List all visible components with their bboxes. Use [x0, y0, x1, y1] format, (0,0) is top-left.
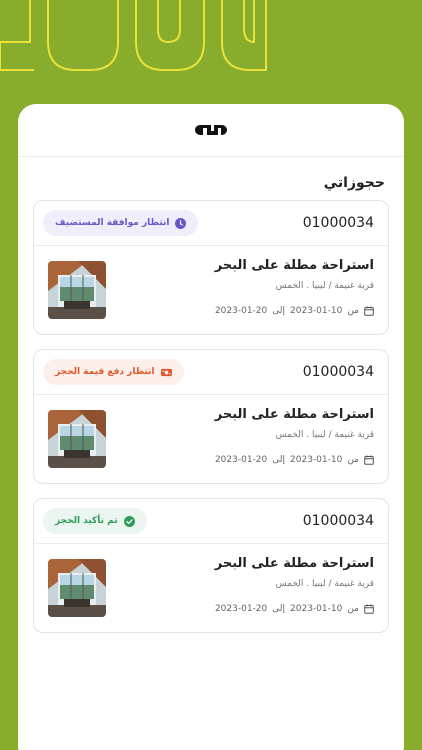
date-to-label: إلى — [272, 604, 286, 614]
date-to-label: إلى — [272, 306, 286, 316]
booking-card[interactable]: انتظار دفع قيمة الحجز 01000034 استراحة م… — [33, 349, 389, 484]
calendar-icon — [364, 604, 374, 614]
status-label: تم تأكيد الحجز — [55, 516, 118, 526]
booking-code: 01000034 — [302, 364, 374, 380]
booking-code: 01000034 — [302, 513, 374, 529]
booking-dates: من 2023-01-10 إلى 2023-01-20 — [215, 604, 374, 614]
booking-card-body: استراحة مطلة على البحر قرية غنيمة / ليبي… — [34, 395, 388, 483]
check-circle-icon — [123, 515, 135, 527]
date-from-label: من — [347, 306, 359, 316]
booking-dates: من 2023-01-10 إلى 2023-01-20 — [215, 306, 374, 316]
status-label: انتظار دفع قيمة الحجز — [55, 367, 155, 377]
booking-card[interactable]: تم تأكيد الحجز 01000034 استراحة مطلة على… — [33, 498, 389, 633]
booking-card[interactable]: انتظار موافقة المستضيف 01000034 استراحة … — [33, 200, 389, 335]
booking-info: استراحة مطلة على البحر قرية غنيمة / ليبي… — [215, 556, 374, 614]
date-from-label: من — [347, 604, 359, 614]
booking-card-header: انتظار موافقة المستضيف 01000034 — [34, 201, 388, 246]
booking-info: استراحة مطلة على البحر قرية غنيمة / ليبي… — [215, 407, 374, 465]
calendar-icon — [364, 455, 374, 465]
clock-icon — [175, 217, 187, 229]
status-label: انتظار موافقة المستضيف — [55, 218, 170, 228]
booking-card-header: انتظار دفع قيمة الحجز 01000034 — [34, 350, 388, 395]
hero-outline-graphic — [0, 0, 267, 71]
booking-dates: من 2023-01-10 إلى 2023-01-20 — [215, 455, 374, 465]
property-location: قرية غنيمة / ليبيا . الخمس — [275, 281, 374, 291]
booking-info: استراحة مطلة على البحر قرية غنيمة / ليبي… — [215, 258, 374, 316]
date-to: 2023-01-20 — [214, 604, 268, 614]
date-to: 2023-01-20 — [214, 306, 268, 316]
date-from: 2023-01-10 — [290, 306, 343, 316]
app-logo-icon — [195, 125, 227, 135]
date-from: 2023-01-10 — [290, 604, 343, 614]
page-title: حجوزاتي — [323, 175, 385, 191]
booking-code: 01000034 — [302, 215, 374, 231]
property-location: قرية غنيمة / ليبيا . الخمس — [275, 579, 374, 589]
status-badge-pending: انتظار موافقة المستضيف — [43, 210, 199, 236]
date-to: 2023-01-20 — [214, 455, 268, 465]
payment-icon — [160, 368, 172, 376]
date-to-label: إلى — [272, 455, 286, 465]
status-badge-payment: انتظار دفع قيمة الحجز — [43, 359, 184, 385]
property-title: استراحة مطلة على البحر — [214, 258, 374, 273]
hero-logo-outline — [0, 0, 422, 110]
date-from: 2023-01-10 — [290, 455, 343, 465]
status-badge-confirmed: تم تأكيد الحجز — [43, 508, 147, 534]
app-header — [18, 104, 404, 157]
property-location: قرية غنيمة / ليبيا . الخمس — [275, 430, 374, 440]
property-title: استراحة مطلة على البحر — [214, 556, 374, 571]
property-title: استراحة مطلة على البحر — [214, 407, 374, 422]
date-from-label: من — [347, 455, 359, 465]
booking-card-header: تم تأكيد الحجز 01000034 — [34, 499, 388, 544]
bookings-panel: حجوزاتي انتظار موافقة المستضيف 01000034 — [18, 104, 404, 750]
property-thumbnail — [48, 559, 106, 617]
property-thumbnail — [48, 261, 106, 319]
booking-card-body: استراحة مطلة على البحر قرية غنيمة / ليبي… — [34, 246, 388, 334]
booking-card-body: استراحة مطلة على البحر قرية غنيمة / ليبي… — [34, 544, 388, 632]
property-thumbnail — [48, 410, 106, 468]
calendar-icon — [364, 306, 374, 316]
